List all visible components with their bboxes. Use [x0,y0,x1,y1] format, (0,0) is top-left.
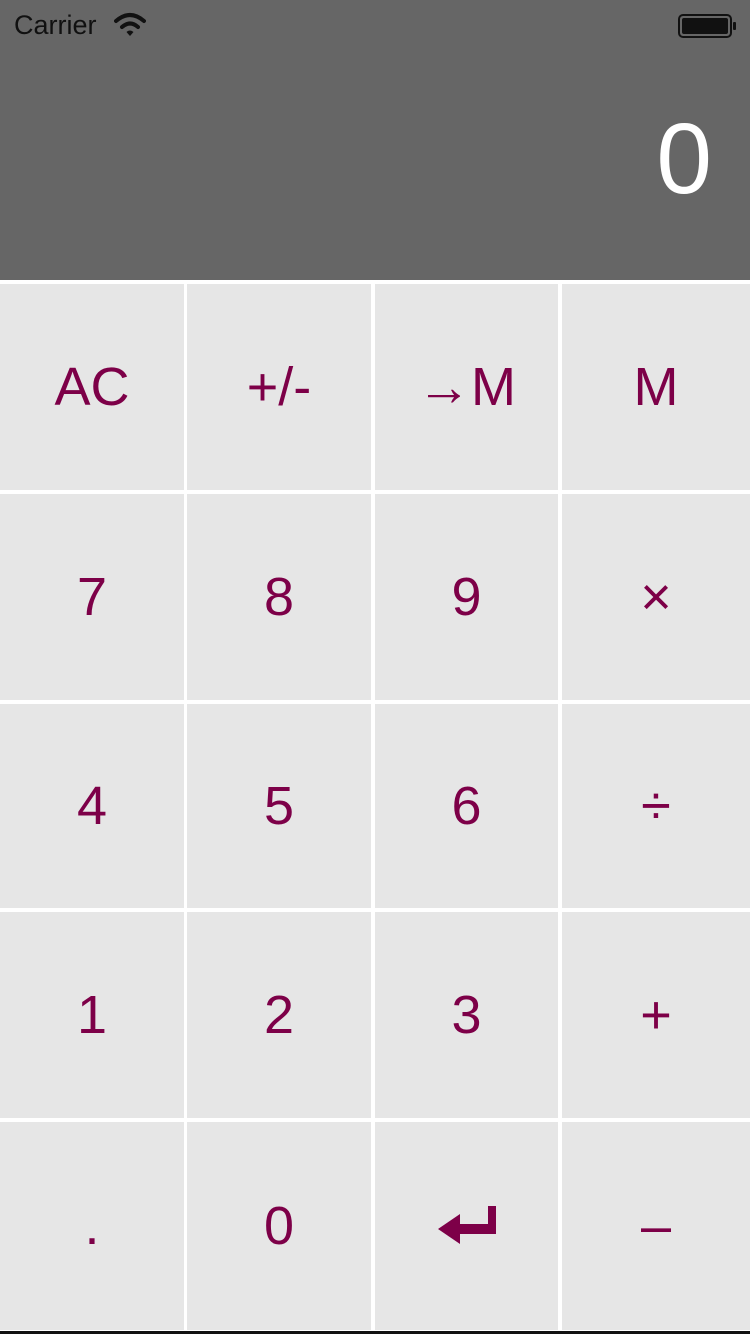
key-label: – [640,1196,672,1256]
enter-button[interactable] [375,1122,558,1330]
wifi-icon [114,13,146,36]
key-label: 1 [76,985,108,1045]
digit-8-button[interactable]: 8 [187,494,371,700]
digit-2-button[interactable]: 2 [187,912,371,1118]
digit-1-button[interactable]: 1 [0,912,184,1118]
clear-button[interactable]: AC [0,284,184,490]
digit-0-button[interactable]: 0 [187,1122,371,1330]
key-label: 8 [263,567,295,627]
display-area: Carrier 0 [0,0,750,280]
status-bar: Carrier [0,0,750,50]
key-label: 3 [451,985,482,1045]
key-label: × [640,567,672,627]
multiply-button[interactable]: × [562,494,750,700]
digit-6-button[interactable]: 6 [375,704,558,908]
key-label: 7 [76,567,108,627]
digit-7-button[interactable]: 7 [0,494,184,700]
divide-button[interactable]: ÷ [562,704,750,908]
key-label: 5 [263,776,295,836]
digit-4-button[interactable]: 4 [0,704,184,908]
decimal-button[interactable]: . [0,1122,184,1330]
key-label: + [640,985,672,1045]
subtract-button[interactable]: – [562,1122,750,1330]
store-memory-button[interactable]: →M [375,284,558,490]
key-label: 0 [263,1196,295,1256]
key-label: +/- [246,357,312,417]
key-label: 6 [451,776,482,836]
key-label: 4 [76,776,108,836]
key-label: AC [54,357,130,417]
enter-return-icon [437,1206,496,1244]
add-button[interactable]: + [562,912,750,1118]
key-label: 2 [263,985,295,1045]
key-label: ÷ [641,776,671,836]
key-label: 9 [451,567,482,627]
result-display: 0 [656,103,712,215]
key-label: →M [417,357,516,417]
digit-5-button[interactable]: 5 [187,704,371,908]
keypad: AC +/- →M M 7 8 9 × 4 5 6 ÷ 1 2 3 +. 0 – [0,284,750,1330]
digit-9-button[interactable]: 9 [375,494,558,700]
battery-icon [678,14,736,38]
recall-memory-button[interactable]: M [562,284,750,490]
negate-button[interactable]: +/- [187,284,371,490]
calculator-app: Carrier 0 AC +/- →M M 7 8 9 × 4 5 6 ÷ 1 2 3 +. 0 – [0,0,750,1334]
key-label: M [633,357,679,417]
key-label: . [84,1196,100,1256]
carrier-label: Carrier [14,10,97,40]
digit-3-button[interactable]: 3 [375,912,558,1118]
